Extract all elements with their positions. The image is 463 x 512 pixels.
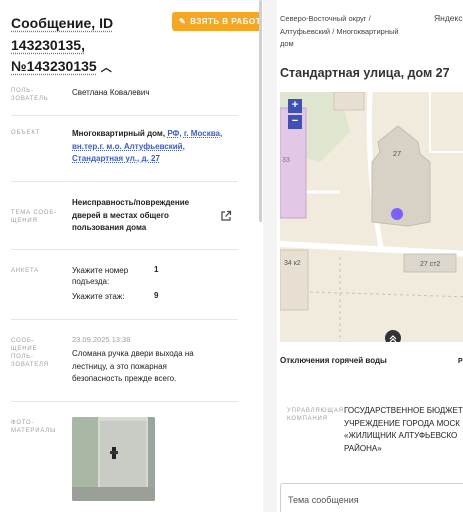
hot-water-outages-tab[interactable]: Отключения горячей воды [280, 355, 390, 368]
questionnaire-label: АНКЕТА [11, 268, 40, 274]
management-company-value: ГОСУДАРСТВЕННОЕ БЮДЖЕТ УЧРЕЖДЕНИЕ ГОРОДА… [344, 405, 463, 455]
map-label-27c2: 27 ст2 [420, 261, 440, 268]
other-outages-tab[interactable]: Р [458, 358, 463, 365]
theme-value: Неисправность/повреждение дверей в места… [72, 198, 190, 232]
message-label: СООБ- ЩЕНИЕ ПОЛЬ- ЗОВАТЕЛЯ [11, 338, 49, 368]
photo-thumbnail[interactable] [72, 417, 155, 501]
questionnaire-row: АНКЕТА Укажите номер подъезда: 1 Укажите… [11, 250, 238, 320]
ticket-panel: Сообщение, ID 143230135, №143230135 ︿ ✎ ВЗ… [0, 0, 262, 512]
zoom-out-button[interactable]: − [288, 115, 302, 129]
object-value: Многоквартирный дом, РФ, г. Москва, вн.т… [72, 128, 232, 166]
mc-line-3: «ЖИЛИЩНИК АЛТУФЬЕВСКО [344, 431, 458, 440]
take-to-work-button[interactable]: ✎ ВЗЯТЬ В РАБОТУ [172, 12, 262, 31]
mc-line-4: РАЙОНА» [344, 443, 382, 453]
theme-label: ТЕМА СООБ- ЩЕНИЯ [11, 210, 57, 224]
chevron-up-icon[interactable]: ︿ [101, 58, 112, 80]
yandex-link[interactable]: Яндекс [434, 13, 463, 23]
object-panel: Северо-Восточный округ / Алтуфьевский / … [277, 0, 463, 512]
mc-line-2: УЧРЕЖДЕНИЕ ГОРОДА МОСК [344, 418, 460, 428]
message-row: СООБ- ЩЕНИЕ ПОЛЬ- ЗОВАТЕЛЯ 23.09.2025 13:38… [11, 320, 238, 402]
take-to-work-label: ВЗЯТЬ В РАБОТУ [190, 17, 262, 26]
message-topic-input[interactable] [280, 483, 463, 512]
panel-divider [263, 0, 277, 512]
photos-label: ФОТО- МАТЕРИАЛЫ [11, 420, 57, 434]
management-company-label: УПРАВЛЯЮЩАЯ КОМПАНИЯ [287, 408, 344, 422]
map-canvas: 27 33 34 к2 27 ст2 [280, 92, 463, 342]
title-line-2: 143230135, [11, 36, 85, 53]
title-line-3: №143230135 [11, 58, 97, 74]
pencil-icon: ✎ [179, 17, 187, 26]
map-view[interactable]: 27 33 34 к2 27 ст2 + − [280, 92, 463, 342]
question-floor: Укажите этаж: [72, 292, 125, 301]
object-type: Многоквартирный дом, [72, 129, 166, 138]
object-label: ОБЪЕКТ [11, 130, 41, 136]
user-value: Светлана Ковалевич [72, 88, 150, 97]
breadcrumb: Северо-Восточный округ / Алтуфьевский / … [280, 13, 410, 51]
mc-line-1: ГОСУДАРСТВЕННОЕ БЮДЖЕТ [344, 406, 463, 415]
breadcrumb-text: Северо-Восточный округ / Алтуфьевский / … [280, 14, 399, 49]
map-label-33: 33 [282, 157, 290, 164]
title-line-1: Сообщение, ID [11, 15, 114, 31]
address-title: Стандартная улица, дом 27 [280, 66, 450, 80]
user-row: ПОЛЬ- ЗОВАТЕЛЬ Светлана Ковалевич [11, 82, 238, 116]
message-date: 23.09.2025 13:38 [72, 335, 131, 344]
external-link-icon[interactable] [220, 210, 232, 222]
object-row: ОБЪЕКТ Многоквартирный дом, РФ, г. Москв… [11, 116, 238, 182]
map-label-34k2: 34 к2 [284, 260, 301, 267]
zoom-in-button[interactable]: + [288, 99, 302, 113]
message-text: Сломана ручка двери выхода на лестницу, … [72, 349, 194, 383]
theme-row: ТЕМА СООБ- ЩЕНИЯ Неисправность/повреждени… [11, 182, 238, 250]
answer-entrance: 1 [154, 265, 159, 274]
question-entrance: Укажите номер подъезда: [72, 266, 129, 286]
answer-floor: 9 [154, 291, 159, 300]
ticket-title[interactable]: Сообщение, ID 143230135, №143230135 ︿ [11, 13, 176, 80]
left-scrollbar[interactable] [259, 0, 262, 222]
photos-row: ФОТО- МАТЕРИАЛЫ [11, 402, 238, 512]
map-label-27: 27 [393, 149, 401, 158]
user-label: ПОЛЬ- ЗОВАТЕЛЬ [11, 88, 49, 102]
